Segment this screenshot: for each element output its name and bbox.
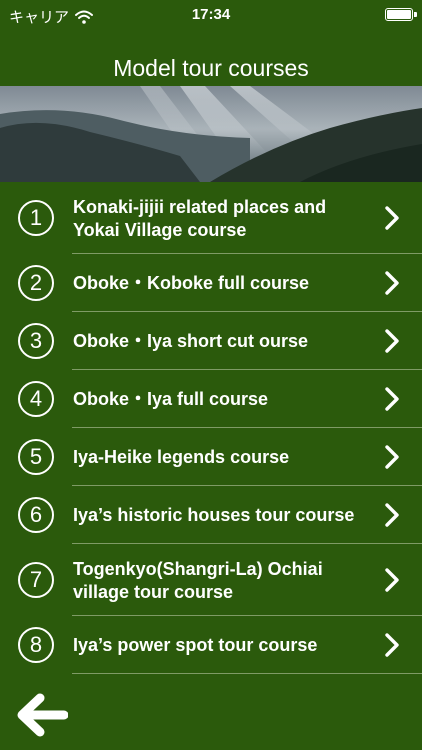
chevron-right-icon — [385, 329, 399, 353]
course-label: Togenkyo(Shangri-La) Ochiai village tour… — [73, 559, 323, 602]
chevron-right-icon — [385, 503, 399, 527]
course-label: Iya’s historic houses tour course — [73, 505, 355, 525]
course-label: Iya’s power spot tour course — [73, 635, 318, 655]
chevron-right-icon — [385, 633, 399, 657]
course-label: Konaki-jijii related places and Yokai Vi… — [73, 197, 327, 240]
chevron-right-icon — [385, 206, 399, 230]
course-number-badge: 1 — [18, 200, 54, 236]
course-item-3[interactable]: 3 Oboke・Iya short cut ourse — [0, 312, 422, 370]
course-item-5[interactable]: 5 Iya-Heike legends course — [0, 428, 422, 486]
course-item-4[interactable]: 4 Oboke・Iya full course — [0, 370, 422, 428]
course-item-8[interactable]: 8 Iya’s power spot tour course — [0, 616, 422, 674]
chevron-right-icon — [385, 445, 399, 469]
course-item-6[interactable]: 6 Iya’s historic houses tour course — [0, 486, 422, 544]
course-number-badge: 3 — [18, 323, 54, 359]
course-number-badge: 8 — [18, 627, 54, 663]
course-label: Iya-Heike legends course — [73, 447, 290, 467]
course-item-7[interactable]: 7 Togenkyo(Shangri-La) Ochiai village to… — [0, 544, 422, 616]
course-item-2[interactable]: 2 Oboke・Koboke full course — [0, 254, 422, 312]
course-number-badge: 7 — [18, 562, 54, 598]
page-title: Model tour courses — [113, 55, 309, 81]
chevron-right-icon — [385, 271, 399, 295]
course-number-badge: 4 — [18, 381, 54, 417]
battery-tip — [414, 12, 417, 17]
header-photo — [0, 86, 422, 182]
chevron-right-icon — [385, 568, 399, 592]
battery-icon — [385, 8, 413, 21]
course-number-badge: 6 — [18, 497, 54, 533]
course-label: Oboke・Koboke full course — [73, 273, 310, 293]
course-list: 1 Konaki-jijii related places and Yokai … — [0, 182, 422, 674]
status-bar: キャリア 17:34 — [0, 0, 422, 30]
status-time: 17:34 — [191, 6, 231, 23]
back-arrow-icon[interactable] — [14, 688, 68, 742]
chevron-right-icon — [385, 387, 399, 411]
battery-level — [387, 10, 411, 19]
course-number-badge: 5 — [18, 439, 54, 475]
course-label: Oboke・Iya full course — [73, 389, 269, 409]
course-label: Oboke・Iya short cut ourse — [73, 331, 309, 351]
course-number-badge: 2 — [18, 265, 54, 301]
course-item-1[interactable]: 1 Konaki-jijii related places and Yokai … — [0, 182, 422, 254]
